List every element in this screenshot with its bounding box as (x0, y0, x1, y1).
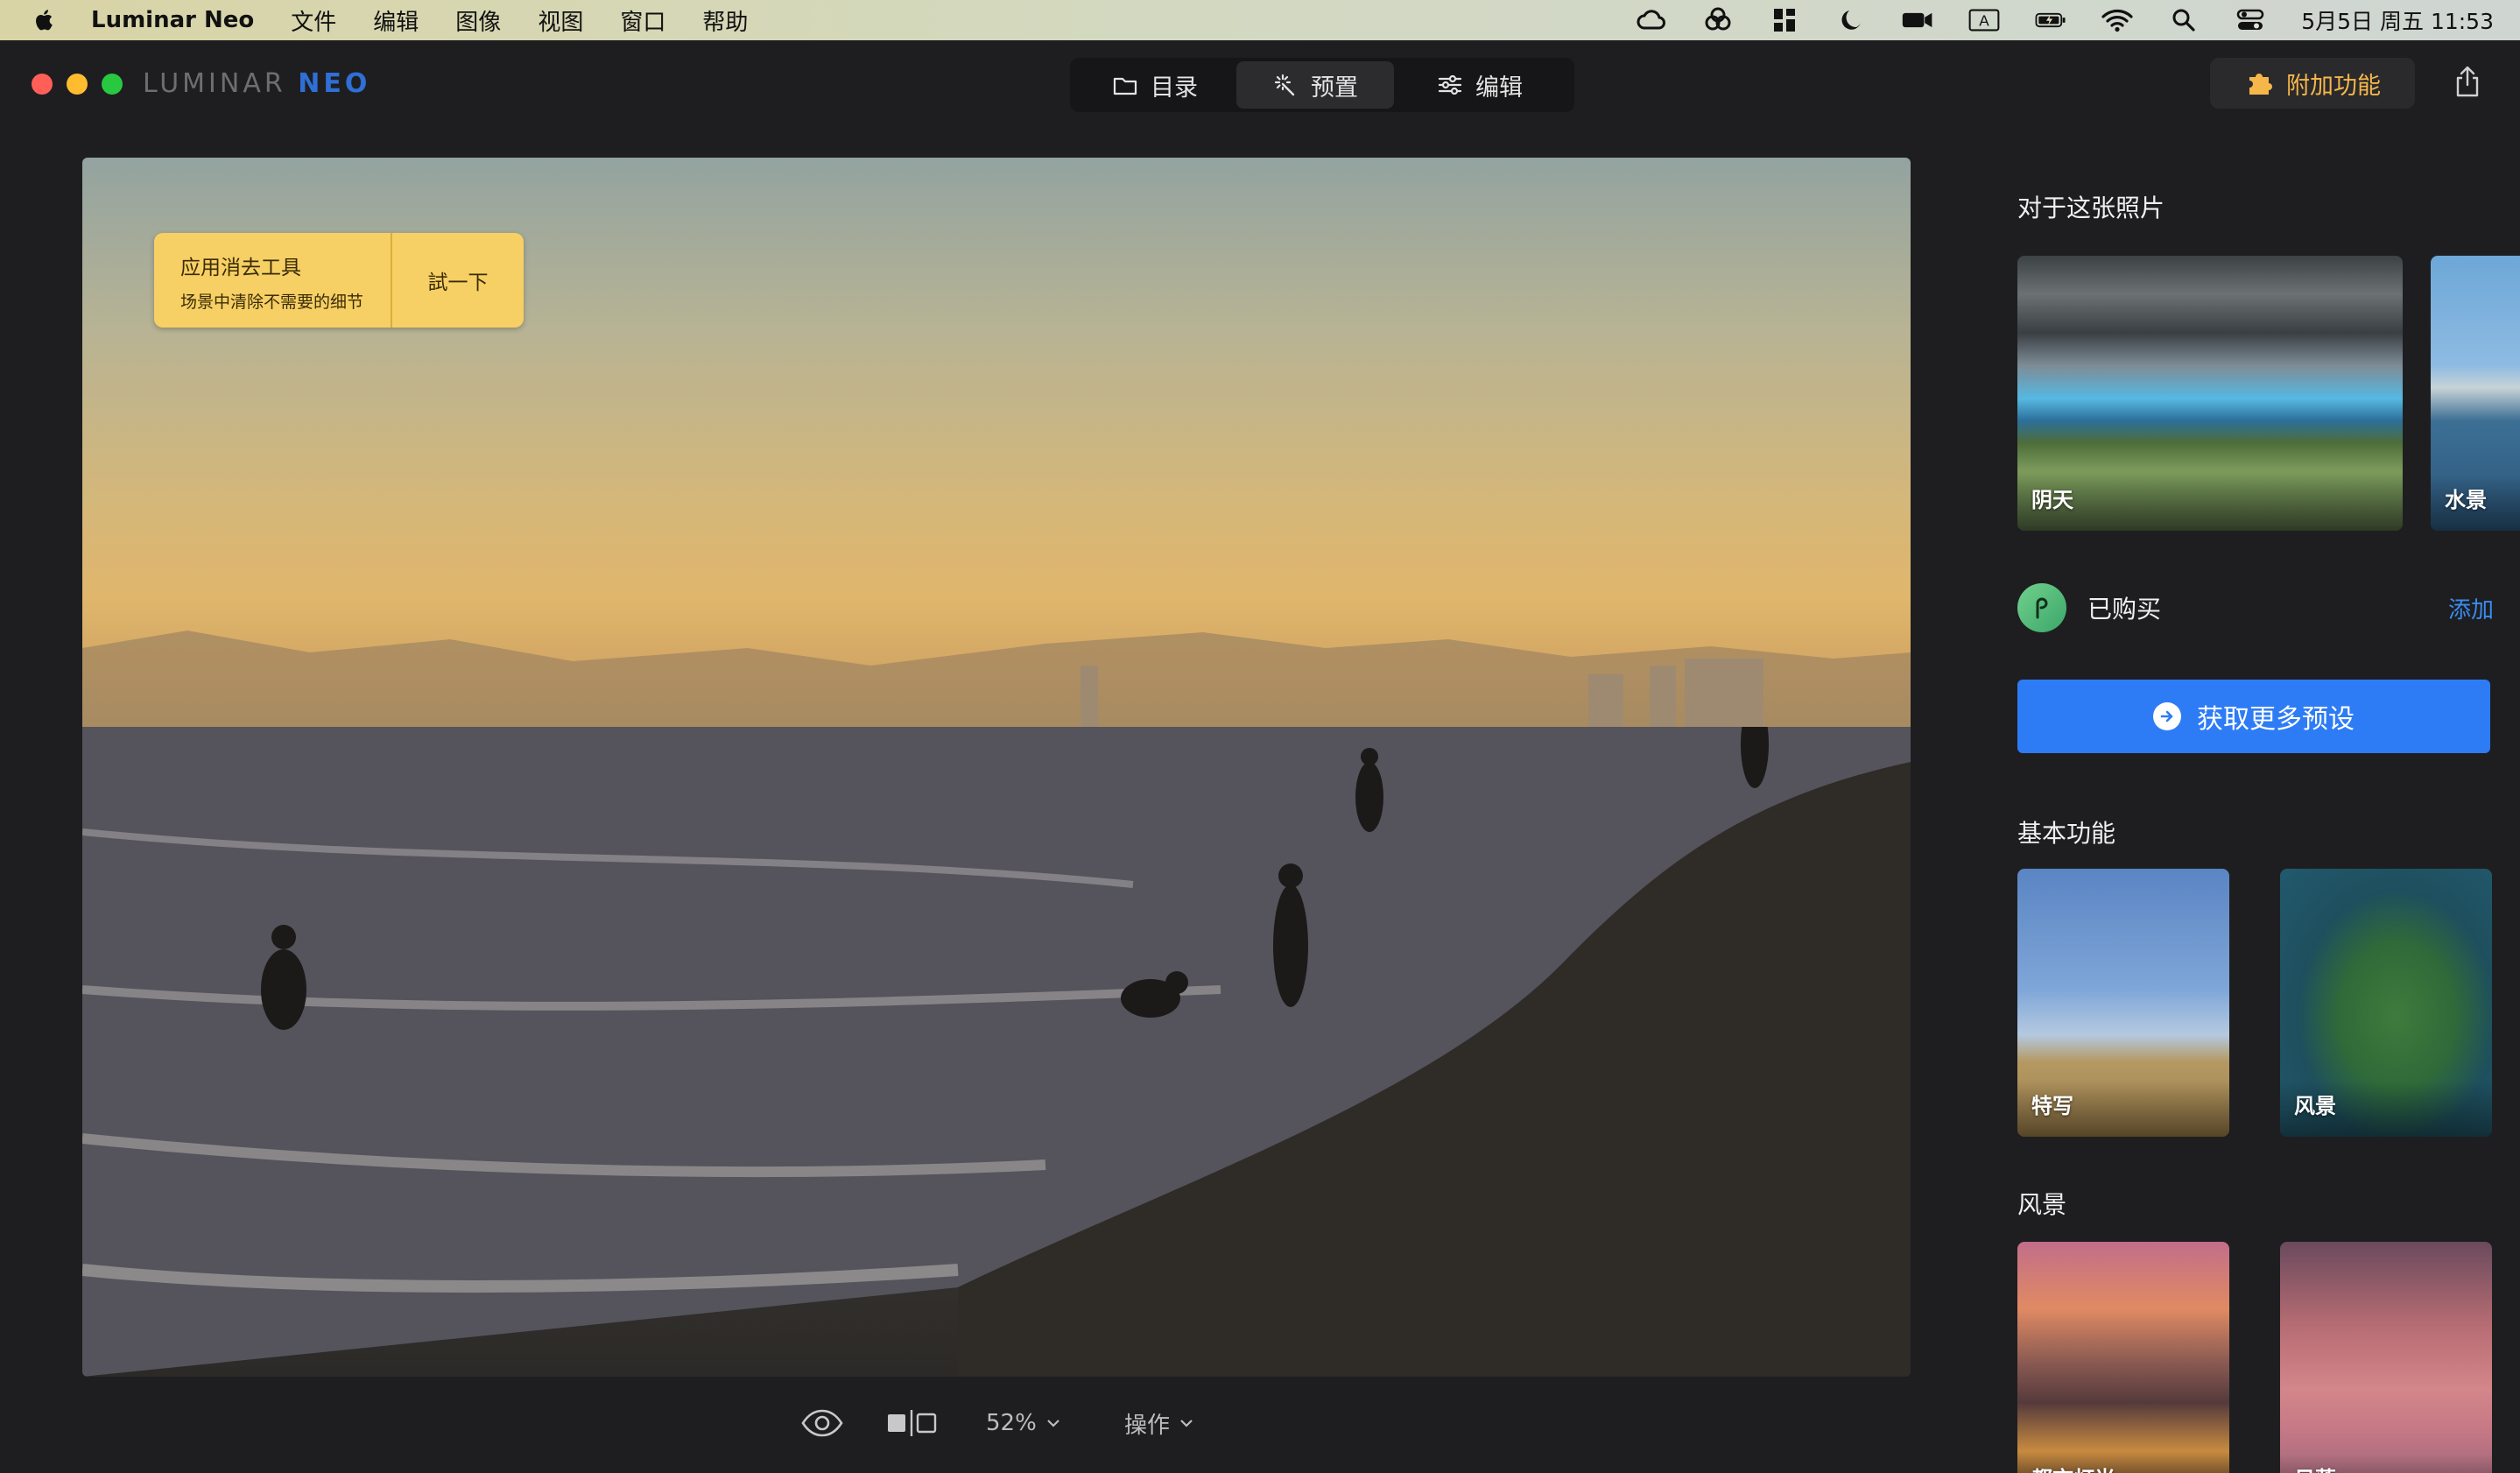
get-more-presets-button[interactable]: 获取更多预设 (2017, 680, 2490, 753)
photo-mountains (82, 631, 1911, 736)
close-window-button[interactable] (32, 74, 53, 95)
zoom-value: 52% (986, 1410, 1037, 1436)
menu-file[interactable]: 文件 (291, 4, 336, 37)
minimize-window-button[interactable] (67, 74, 88, 95)
menubar-clock[interactable]: 5月5日 周五 11:53 (2301, 4, 2494, 36)
compare-button[interactable] (886, 1401, 937, 1445)
sync-icon[interactable] (1702, 7, 1734, 33)
battery-icon[interactable] (2035, 7, 2066, 33)
eye-icon (801, 1409, 843, 1437)
control-center-icon[interactable] (2235, 7, 2266, 33)
zoom-window-button[interactable] (102, 74, 123, 95)
input-source-label: A (1980, 12, 1990, 30)
creative-cloud-icon[interactable] (1636, 7, 1667, 33)
tab-presets[interactable]: 预置 (1236, 61, 1394, 109)
tab-catalog[interactable]: 目录 (1073, 61, 1236, 109)
sliders-icon (1438, 74, 1462, 95)
photo-canvas[interactable]: 应用消去工具 场景中清除不需要的细节 試一下 (82, 158, 1911, 1377)
preview-toggle-button[interactable] (800, 1401, 846, 1445)
preset-card-landscape[interactable]: 风景 (2280, 869, 2492, 1137)
camera-icon[interactable] (1902, 7, 1933, 33)
tab-presets-label: 预置 (1311, 74, 1358, 102)
preset-card-city-lights[interactable]: 都市灯光 (2017, 1242, 2229, 1473)
erase-tool-tip: 应用消去工具 场景中清除不需要的细节 試一下 (154, 233, 524, 328)
title-bar: LUMINAR NEO 目录 预置 编辑 附加功能 (0, 40, 2520, 128)
purchased-label: 已购买 (2087, 595, 2162, 624)
get-more-presets-label: 获取更多预设 (2197, 704, 2355, 735)
status-area: A 5月5日 周五 11:53 (1636, 0, 2494, 40)
addons-label: 附加功能 (2286, 72, 2381, 100)
app-window: LUMINAR NEO 目录 预置 编辑 附加功能 应用消去工具 场景中清除不需… (0, 40, 2520, 1473)
menu-edit[interactable]: 编辑 (373, 4, 419, 37)
tab-edit[interactable]: 编辑 (1394, 61, 1566, 109)
preset-card-label: 风景 (2294, 1094, 2336, 1118)
preset-card-water[interactable]: 水景 (2431, 256, 2520, 531)
erase-tool-tip-text: 应用消去工具 场景中清除不需要的细节 (154, 233, 392, 328)
chevron-down-icon (1047, 1420, 1059, 1427)
addons-button[interactable]: 附加功能 (2210, 58, 2415, 109)
logo-luminar: LUMINAR (143, 68, 286, 99)
grid-icon[interactable] (1769, 7, 1800, 33)
wifi-icon[interactable] (2101, 7, 2133, 33)
folder-icon (1113, 77, 1137, 95)
menu-help[interactable]: 帮助 (702, 4, 748, 37)
basic-section-title: 基本功能 (2017, 819, 2116, 848)
presets-panel: 对于这张照片 阴天 水景 已购买 添加 获取更多预设 基本功能 特写 风景 风景 (1944, 128, 2520, 1473)
share-button[interactable] (2450, 61, 2485, 102)
arrow-right-icon (2153, 702, 2181, 730)
menu-app-name[interactable]: Luminar Neo (91, 7, 254, 33)
input-source-icon[interactable]: A (1968, 7, 2000, 33)
landscape-section-title: 风景 (2017, 1190, 2067, 1219)
puzzle-icon (2249, 74, 2272, 95)
actions-dropdown[interactable]: 操作 (1124, 1401, 1194, 1445)
bottom-toolbar: 52% 操作 (0, 1382, 1944, 1469)
mode-switcher: 目录 预置 编辑 (1070, 58, 1574, 112)
magic-wand-icon (1274, 74, 1295, 96)
photo-sea (82, 727, 1911, 1377)
preset-card-label: 日落 (2294, 1462, 2336, 1473)
preset-card-overcast[interactable]: 阴天 (2017, 256, 2403, 531)
tab-edit-label: 编辑 (1475, 74, 1523, 102)
purchased-row: 已购买 添加 (2017, 581, 2502, 634)
share-icon (2456, 66, 2479, 97)
preset-card-label: 都市灯光 (2031, 1462, 2115, 1473)
add-purchased-link[interactable]: 添加 (2448, 592, 2494, 624)
zoom-dropdown[interactable]: 52% (986, 1401, 1061, 1445)
erase-tool-tip-title: 应用消去工具 (180, 257, 301, 279)
preset-card-label: 水景 (2445, 488, 2487, 512)
about-photo-title: 对于这张照片 (2017, 194, 2165, 222)
menu-image[interactable]: 图像 (455, 4, 501, 37)
preset-card-label: 阴天 (2031, 488, 2073, 512)
preset-card-portrait[interactable]: 特写 (2017, 869, 2229, 1137)
preset-card-sunset[interactable]: 日落 (2280, 1242, 2492, 1473)
menu-view[interactable]: 视图 (538, 4, 583, 37)
erase-tool-tip-subtitle: 场景中清除不需要的细节 (180, 292, 364, 312)
preset-card-label: 特写 (2031, 1094, 2073, 1118)
menu-window[interactable]: 窗口 (620, 4, 665, 37)
search-icon[interactable] (2168, 7, 2200, 33)
apple-icon[interactable] (32, 7, 58, 33)
try-it-button[interactable]: 試一下 (392, 233, 524, 328)
moon-icon[interactable] (1835, 7, 1867, 33)
menu-bar: Luminar Neo 文件 编辑 图像 视图 窗口 帮助 A 5月5日 周五 … (0, 0, 2520, 40)
app-logo: LUMINAR NEO (143, 68, 370, 99)
split-compare-icon (888, 1410, 937, 1436)
actions-label: 操作 (1124, 1412, 1171, 1439)
chevron-down-icon (1180, 1420, 1193, 1427)
purchased-badge-icon (2017, 583, 2066, 632)
tab-catalog-label: 目录 (1151, 74, 1198, 102)
logo-neo: NEO (298, 68, 371, 99)
